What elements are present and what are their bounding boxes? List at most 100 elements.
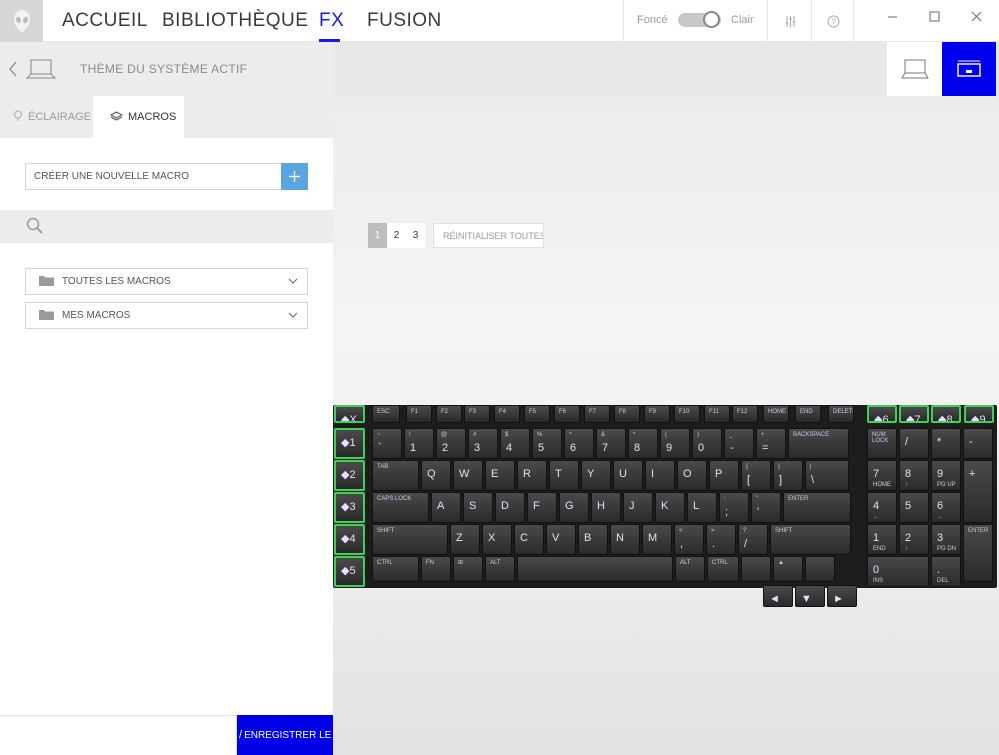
key-row1[interactable]: ! 1	[404, 428, 434, 459]
key-row4[interactable]: Z	[450, 524, 480, 555]
save-theme-button[interactable]: / ENREGISTRER LE THÈME	[237, 715, 333, 755]
key-row2[interactable]: O	[677, 460, 707, 491]
numpad-key[interactable]: /	[899, 428, 929, 459]
maximize-icon[interactable]	[924, 6, 944, 26]
chevron-down-icon[interactable]	[288, 310, 298, 323]
key-f3[interactable]: F3	[464, 405, 490, 423]
key-row2[interactable]: R	[517, 460, 547, 491]
key-row1[interactable]: % 5	[532, 428, 562, 459]
alien-logo-icon[interactable]	[0, 0, 43, 42]
key-row4[interactable]: C	[514, 524, 544, 555]
key-row5[interactable]	[517, 556, 673, 582]
numpad-key[interactable]: -	[963, 428, 993, 459]
key-row5[interactable]: ⊞	[453, 556, 483, 582]
key-row3[interactable]: D	[495, 492, 525, 523]
macro-key-8[interactable]: ◆8	[931, 405, 961, 423]
keyboard-view-icon[interactable]	[942, 42, 996, 96]
macro-key-5[interactable]: ◆5	[334, 556, 365, 587]
key-row5[interactable]: ALT	[485, 556, 515, 582]
key-row1[interactable]: + =	[756, 428, 786, 459]
key-row2[interactable]: E	[485, 460, 515, 491]
key-row1[interactable]: * 8	[628, 428, 658, 459]
key-row3[interactable]: ENTER	[783, 492, 851, 523]
numpad-key[interactable]: 7 HOME	[867, 460, 897, 491]
key-row3[interactable]: A	[431, 492, 461, 523]
numpad-key[interactable]: 0 INS	[867, 556, 929, 587]
laptop-view-icon[interactable]	[887, 42, 942, 96]
arrow-key[interactable]: ◄	[763, 585, 793, 607]
numpad-key[interactable]: ENTER	[963, 524, 993, 582]
numpad-key[interactable]: 9 PG UP	[931, 460, 961, 491]
numpad-key[interactable]: 1 END	[867, 524, 897, 555]
key-row4[interactable]: <,	[674, 524, 704, 555]
page-3[interactable]: 3	[406, 223, 425, 248]
key-row4[interactable]: ? /	[738, 524, 768, 555]
macro-search-bar[interactable]	[0, 210, 333, 243]
key-f11[interactable]: F11	[704, 405, 730, 423]
key-f1[interactable]: F1	[406, 405, 432, 423]
key-row2[interactable]: | \	[805, 460, 849, 491]
tab-eclairage[interactable]: ÉCLAIRAGE	[0, 96, 93, 138]
key-f7[interactable]: F7	[584, 405, 610, 423]
key-row3[interactable]: J	[623, 492, 653, 523]
key-row2[interactable]: }]	[773, 460, 803, 491]
key-row2[interactable]: P	[709, 460, 739, 491]
reset-all-button[interactable]: RÉINITIALISER TOUTES LES	[433, 223, 544, 248]
macro-key-2[interactable]: ◆2	[334, 460, 365, 491]
macro-key-x[interactable]: ◆X	[334, 405, 365, 423]
key-row3[interactable]: F	[527, 492, 557, 523]
numpad-key[interactable]: 8 ↑	[899, 460, 929, 491]
key-row2[interactable]: TAB	[372, 460, 419, 491]
key-row2[interactable]: I	[645, 460, 675, 491]
key-row3[interactable]: CAPS LOCK	[372, 492, 429, 523]
arrow-key[interactable]: ▼	[795, 585, 825, 607]
page-2[interactable]: 2	[387, 223, 406, 248]
key-row3[interactable]: K	[655, 492, 685, 523]
key-row1[interactable]: ) 0	[692, 428, 722, 459]
key-f12[interactable]: F12	[732, 405, 758, 423]
key-f5[interactable]: F5	[524, 405, 550, 423]
back-chevron-icon[interactable]	[8, 61, 18, 82]
nav-tab-fusion[interactable]: FUSION	[367, 10, 442, 32]
key-row1[interactable]: ~ `	[372, 428, 402, 459]
key-row2[interactable]: Q	[421, 460, 451, 491]
nav-tab-bibliotheque[interactable]: BIBLIOTHÈQUE	[162, 10, 308, 32]
key-row5[interactable]: FN	[421, 556, 451, 582]
key-row3[interactable]: S	[463, 492, 493, 523]
folder-all-macros[interactable]: TOUTES LES MACROS	[25, 268, 308, 295]
key-row4[interactable]: >.	[706, 524, 736, 555]
minimize-icon[interactable]	[882, 6, 902, 26]
key-f8[interactable]: F8	[614, 405, 640, 423]
settings-sliders-icon[interactable]	[774, 0, 807, 42]
key-end[interactable]: END	[795, 405, 821, 423]
key-row1[interactable]: _ -	[724, 428, 754, 459]
create-macro-field[interactable]: CRÉER UNE NOUVELLE MACRO	[25, 163, 282, 190]
key-f9[interactable]: F9	[644, 405, 670, 423]
key-f4[interactable]: F4	[494, 405, 520, 423]
key-row3[interactable]: " '	[751, 492, 781, 523]
key-row4[interactable]: B	[578, 524, 608, 555]
numpad-key[interactable]: *	[931, 428, 961, 459]
key-row2[interactable]: U	[613, 460, 643, 491]
numpad-key[interactable]: 6 →	[931, 492, 961, 523]
key-row1[interactable]: ^ 6	[564, 428, 594, 459]
help-icon[interactable]: ?	[817, 0, 850, 42]
key-row2[interactable]: W	[453, 460, 483, 491]
macro-key-4[interactable]: ◆4	[334, 524, 365, 555]
key-row2[interactable]: T	[549, 460, 579, 491]
numpad-key[interactable]: +	[963, 460, 993, 523]
key-row5[interactable]: ALT	[675, 556, 705, 582]
macro-key-6[interactable]: ◆6	[867, 405, 897, 423]
macro-key-9[interactable]: ◆9	[964, 405, 994, 423]
key-esc[interactable]: ESC	[372, 405, 400, 423]
search-icon[interactable]	[26, 217, 44, 240]
theme-switch[interactable]	[678, 11, 721, 28]
key-row1[interactable]: $4	[500, 428, 530, 459]
close-icon[interactable]	[966, 6, 986, 26]
numpad-key[interactable]: 4 ←	[867, 492, 897, 523]
key-row4[interactable]: V	[546, 524, 576, 555]
key-row3[interactable]: :;	[719, 492, 749, 523]
numpad-key[interactable]: 3 PG DN	[931, 524, 961, 555]
key-home[interactable]: HOME	[763, 405, 789, 423]
key-row5[interactable]: ▲	[773, 556, 803, 582]
